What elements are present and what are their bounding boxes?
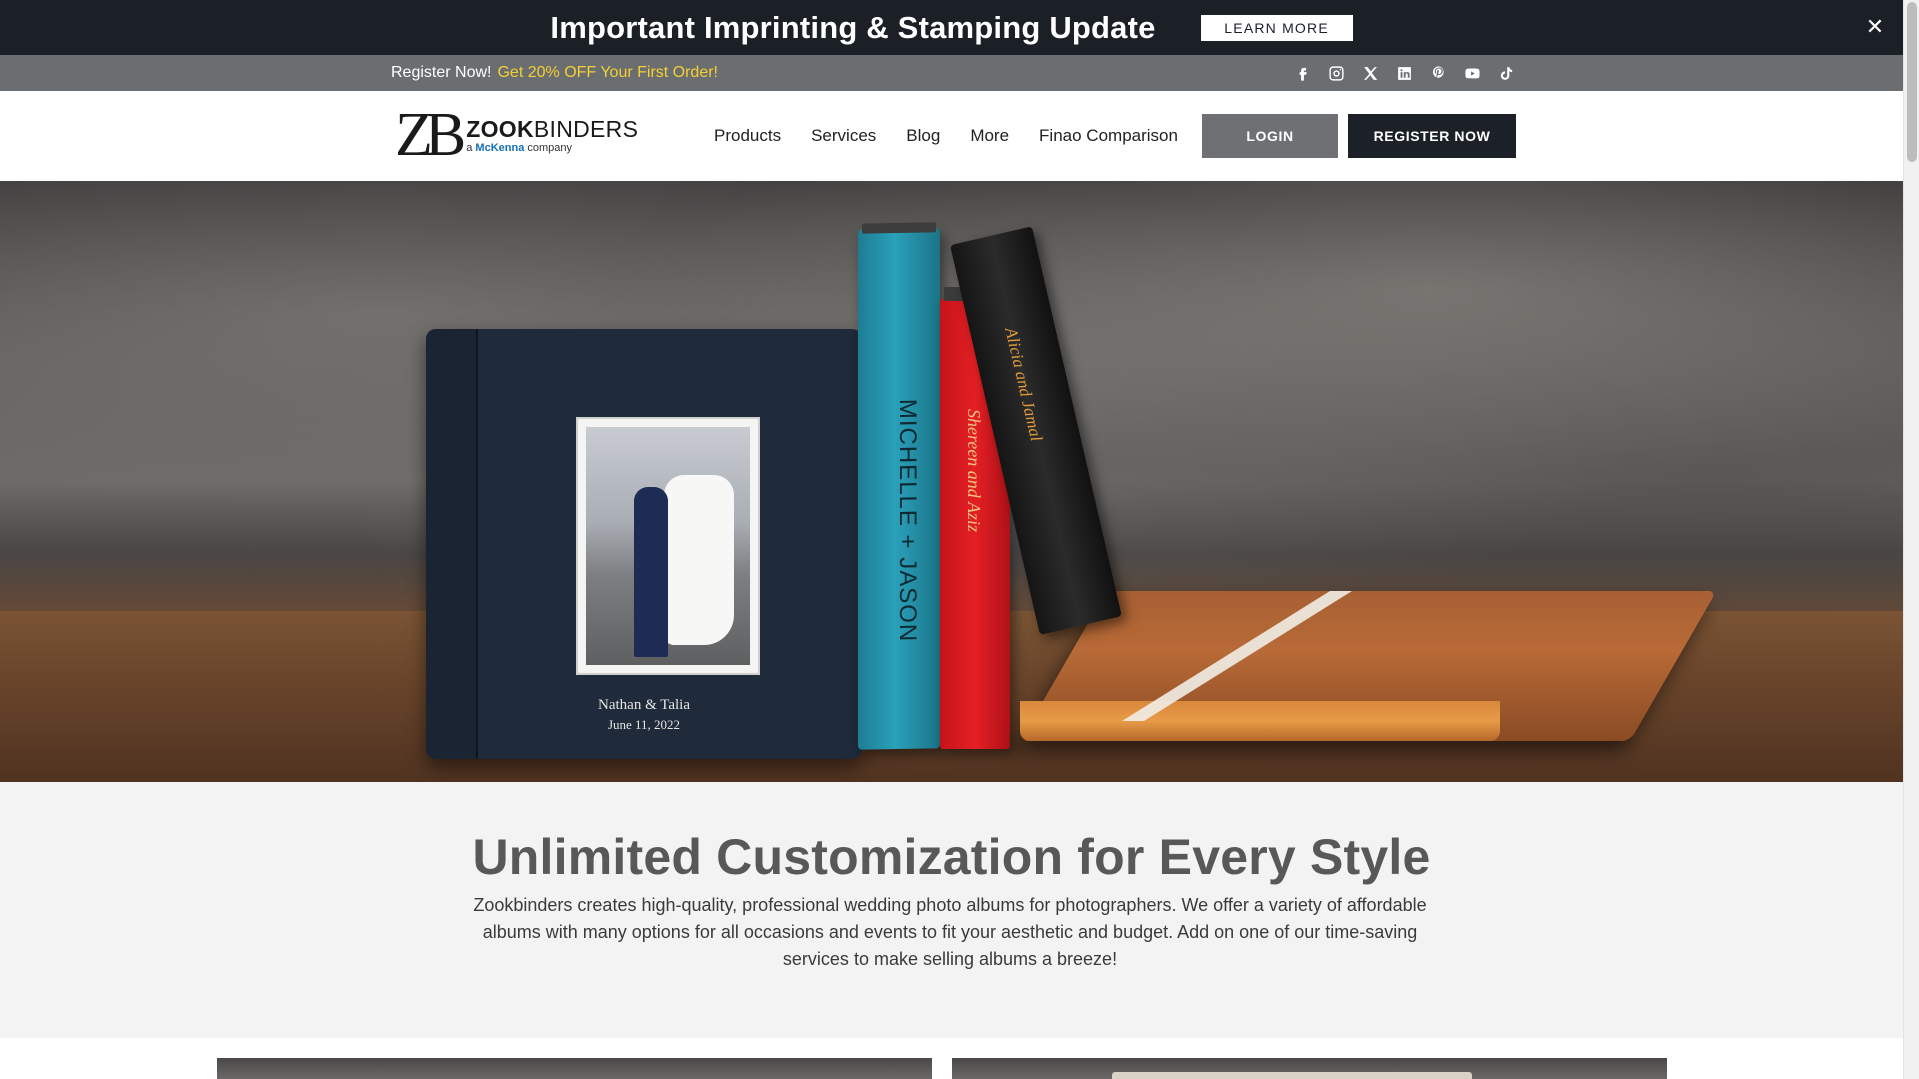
facebook-icon[interactable] — [1290, 61, 1314, 85]
navy-album-spine — [426, 329, 478, 759]
zookbinders-logo[interactable]: ZB ZOOKBINDERS a McKenna company — [395, 101, 638, 169]
announcement-title: Important Imprinting & Stamping Update — [550, 9, 1156, 45]
intro-heading: Unlimited Customization for Every Style — [472, 829, 1431, 885]
wedding-photo — [586, 427, 750, 665]
tiktok-icon[interactable] — [1494, 61, 1518, 85]
groom-figure — [634, 487, 668, 657]
site-header: ZB ZOOKBINDERS a McKenna company Product… — [0, 91, 1903, 181]
promo-bar: Register Now! Get 20% OFF Your First Ord… — [0, 55, 1903, 91]
learn-more-button[interactable]: LEARN MORE — [1200, 14, 1353, 41]
x-icon[interactable] — [1358, 61, 1382, 85]
logo-name-rest: BINDERS — [533, 115, 639, 142]
nav-services[interactable]: Services — [811, 126, 876, 146]
main-nav: Products Services Blog More Finao Compar… — [714, 91, 1178, 181]
album-cover-photo — [576, 417, 760, 675]
promo-lead: Register Now! — [391, 64, 492, 81]
linkedin-icon[interactable] — [1392, 61, 1416, 85]
bride-figure — [664, 475, 734, 645]
black-album-spine-text: Alicia and Jamal — [1001, 325, 1047, 444]
close-icon[interactable]: ✕ — [1861, 13, 1889, 41]
nav-more[interactable]: More — [970, 126, 1009, 146]
logo-name-bold: ZOOK — [466, 115, 534, 142]
social-links — [1290, 55, 1518, 91]
logo-tagline-brand: McKenna — [475, 141, 525, 154]
logo-tagline: a McKenna company — [466, 142, 638, 154]
intro-paragraph: Zookbinders creates high-quality, profes… — [473, 895, 1427, 969]
page-scrollbar[interactable] — [1903, 0, 1919, 1079]
logo-name: ZOOKBINDERS — [466, 117, 638, 141]
nav-blog[interactable]: Blog — [906, 126, 940, 146]
nav-products[interactable]: Products — [714, 126, 781, 146]
album-names: Nathan & Talia — [598, 697, 690, 713]
logo-mark: ZB — [395, 101, 466, 169]
register-now-button[interactable]: REGISTER NOW — [1348, 114, 1516, 158]
intro-section: Unlimited Customization for Every Style … — [0, 782, 1903, 1038]
instagram-icon[interactable] — [1324, 61, 1348, 85]
product-cards — [0, 1038, 1903, 1079]
promo-message: Register Now! Get 20% OFF Your First Ord… — [391, 55, 718, 91]
scrollbar-thumb[interactable] — [1907, 2, 1917, 162]
brown-album-page-edge — [1020, 701, 1500, 741]
teal-album-top — [862, 222, 936, 234]
logo-wordmark: ZOOKBINDERS a McKenna company — [466, 117, 638, 154]
product-card-image[interactable] — [952, 1058, 1667, 1079]
album-date: June 11, 2022 — [607, 717, 681, 732]
youtube-icon[interactable] — [1460, 61, 1484, 85]
card-album-preview — [1112, 1072, 1472, 1079]
red-album-spine-text: Shereen and Aziz — [964, 409, 984, 532]
pinterest-icon[interactable] — [1426, 61, 1450, 85]
logo-tagline-suffix: company — [524, 141, 573, 154]
promo-offer-link[interactable]: Get 20% OFF Your First Order! — [497, 64, 718, 82]
hero-image: Nathan & Talia June 11, 2022 MICHELLE + … — [0, 181, 1903, 782]
product-card-image[interactable] — [217, 1058, 932, 1079]
login-button[interactable]: LOGIN — [1202, 114, 1338, 158]
teal-album: MICHELLE + JASON — [858, 222, 940, 750]
nav-finao-comparison[interactable]: Finao Comparison — [1039, 126, 1178, 146]
teal-album-spine-text: MICHELLE + JASON — [894, 398, 921, 643]
navy-photo-album: Nathan & Talia June 11, 2022 — [426, 329, 862, 759]
announcement-bar: Important Imprinting & Stamping Update L… — [0, 0, 1903, 55]
